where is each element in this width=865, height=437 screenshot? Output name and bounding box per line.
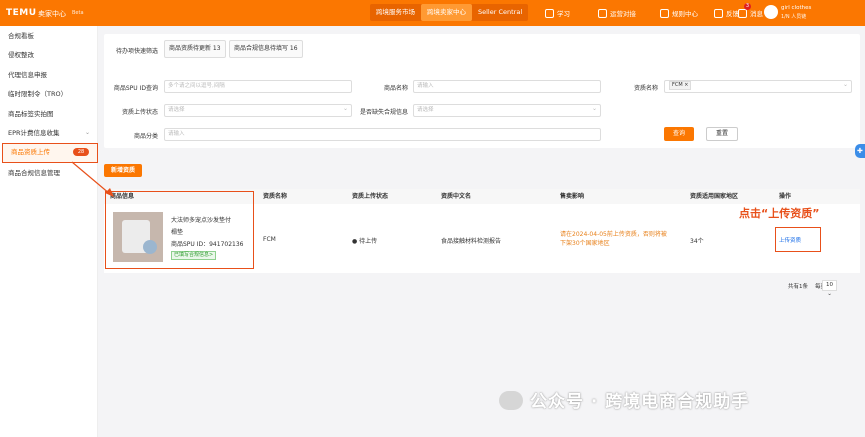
wechat-logo-icon	[499, 391, 523, 410]
temu-logo[interactable]: TEMU	[6, 8, 37, 18]
annotation-text: 点击“上传资质”	[739, 207, 820, 220]
todo-count-badge: 28	[73, 148, 89, 156]
feedback-icon	[714, 8, 723, 18]
category-input[interactable]: 请输入	[164, 128, 601, 141]
tab-seller-central[interactable]: Seller Central	[472, 4, 528, 21]
annotation-arrow	[71, 161, 114, 197]
sidebar-item-tro[interactable]: 临时限制令（TRO）	[0, 86, 98, 102]
learn-link[interactable]: 学习	[545, 8, 570, 18]
qualification-name-cell: FCM	[263, 236, 276, 243]
col-upload-status: 资质上传状态	[352, 193, 389, 200]
spu-label: 商品SPU ID查询	[113, 85, 158, 92]
qualification-name-select[interactable]	[664, 79, 852, 93]
chip-compliance-pending[interactable]: 商品合规信息待填写 16	[229, 40, 303, 58]
help-float-icon[interactable]: ✚	[855, 144, 865, 158]
store-name[interactable]: girl clothes	[781, 5, 811, 11]
missing-info-select[interactable]: 请选择	[413, 103, 601, 117]
messages-link[interactable]: 消息	[738, 8, 763, 18]
sidebar: 合规看板 侵权整改 代理信息申报 临时限制令（TRO） 商品标签实拍图 EPR计…	[0, 26, 98, 437]
col-actions: 操作	[779, 193, 792, 200]
col-qualification-cn: 资质中文名	[441, 193, 472, 200]
beta-badge: Beta	[72, 10, 84, 16]
missing-info-label: 是否缺失合规信息	[359, 109, 408, 116]
platform-tabs: 跨境服务市场 跨境卖家中心 Seller Central	[370, 4, 529, 21]
store-subtitle: 1/N 人员链	[781, 14, 807, 20]
book-icon	[545, 8, 554, 18]
chip-qualification-pending[interactable]: 商品资质待更新 13	[164, 40, 226, 58]
col-sales-impact: 售卖影响	[560, 193, 585, 200]
avatar[interactable]	[764, 5, 778, 19]
sidebar-item-infringement-rectification[interactable]: 侵权整改	[0, 47, 98, 63]
sidebar-item-label: EPR计费信息收集	[8, 129, 60, 137]
seller-center-title: 卖家中心	[38, 10, 66, 18]
sales-impact-cell: 请在2024-04-05前上传资质，否则将被下架30个国家地区	[560, 231, 667, 247]
col-qualification-name: 资质名称	[263, 193, 288, 200]
spu-input[interactable]: 多个请之间以逗号,间隔	[164, 80, 352, 93]
total-count: 共有1条	[788, 284, 808, 290]
query-button[interactable]: 查询	[664, 127, 694, 141]
sidebar-item-compliance-dashboard[interactable]: 合规看板	[0, 28, 98, 44]
upload-status-cell: ● 待上传	[352, 238, 378, 245]
tab-cross-border-seller-center[interactable]: 跨境卖家中心	[421, 4, 472, 21]
sidebar-item-agent-declaration[interactable]: 代理信息申报	[0, 67, 98, 83]
chat-icon	[598, 8, 607, 18]
chevron-down-icon: ⌄	[84, 129, 90, 136]
quick-filter-label: 待办项快速筛选	[116, 48, 159, 55]
reset-button[interactable]: 重置	[706, 127, 738, 141]
qualification-cn-cell: 食品接触材料检测报告	[441, 238, 502, 245]
regions-cell: 34个	[690, 238, 704, 245]
upload-status-label: 资质上传状态	[121, 109, 158, 116]
sidebar-item-epr[interactable]: EPR计费信息收集 ⌄	[0, 125, 98, 141]
sidebar-item-label-photos[interactable]: 商品标签实拍图	[0, 106, 98, 122]
watermark-text: 公众号 · 跨境电商合规助手	[530, 392, 750, 412]
category-label: 商品分类	[133, 133, 158, 140]
feedback-link[interactable]: 反馈	[714, 8, 739, 18]
qualification-tag-fcm[interactable]: FCM ×	[669, 81, 692, 90]
message-count-badge: 3	[744, 3, 751, 10]
product-info-highlight	[105, 191, 254, 269]
top-navigation-bar: TEMU 卖家中心 Beta 跨境服务市场 跨境卖家中心 Seller Cent…	[0, 0, 865, 26]
upload-action-highlight	[775, 227, 821, 252]
page-size-select[interactable]: 10 ⌄	[822, 280, 837, 297]
product-name-input[interactable]: 请输入	[413, 80, 601, 93]
col-regions: 资质适用国家地区	[690, 193, 739, 200]
tab-service-market[interactable]: 跨境服务市场	[370, 4, 421, 21]
ops-contact-link[interactable]: 运营对接	[598, 8, 636, 18]
upload-status-select[interactable]: 请选择	[164, 103, 352, 117]
qualification-name-label: 资质名称	[633, 85, 658, 92]
document-icon	[660, 8, 669, 18]
sidebar-item-label: 商品资质上传	[11, 148, 50, 156]
product-name-label: 商品名称	[383, 85, 408, 92]
rules-center-link[interactable]: 规则中心	[660, 8, 698, 18]
